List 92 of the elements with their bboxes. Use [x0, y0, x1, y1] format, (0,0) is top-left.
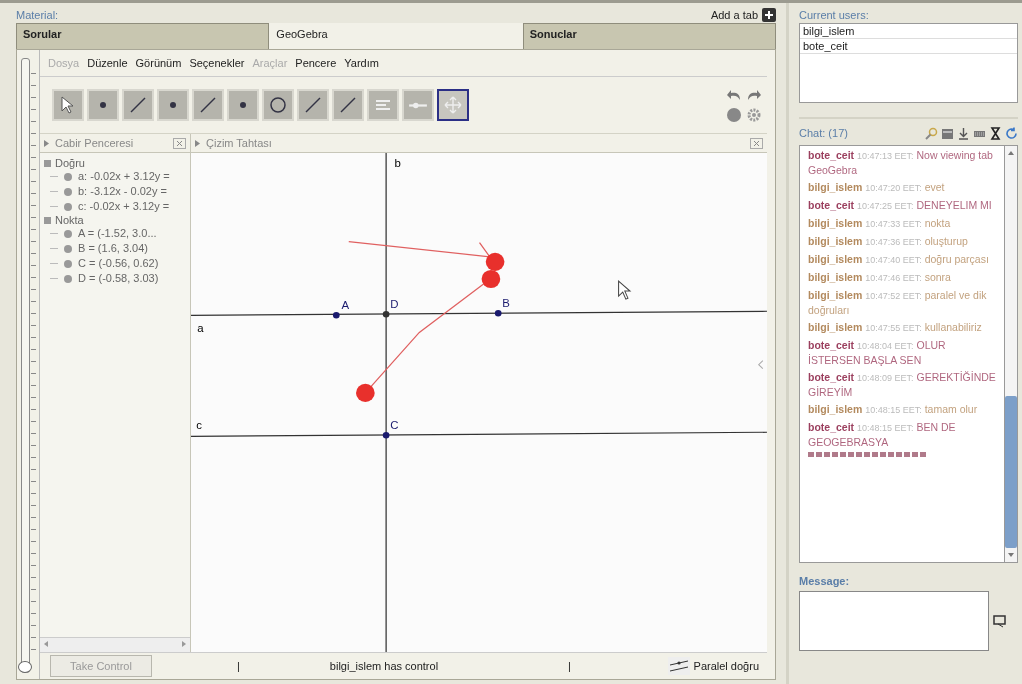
- chat-scrollbar[interactable]: [1005, 145, 1018, 563]
- pen-dot: [356, 383, 375, 402]
- point[interactable]: [382, 432, 390, 439]
- visibility-dot[interactable]: [64, 259, 72, 268]
- pen-dot: [481, 269, 501, 289]
- chat-message: bilgi_islem 10:47:33 EET: nokta: [808, 216, 952, 231]
- search-icon[interactable]: [925, 126, 938, 140]
- settings-icon[interactable]: [745, 107, 763, 123]
- chat-message: bote_ceit 10:47:13 EET: Now viewing tab GeoGebra: [808, 148, 994, 177]
- expand-triangle-icon[interactable]: [44, 139, 49, 147]
- line-label: a: [197, 322, 204, 335]
- user-item[interactable]: bote_ceit: [800, 39, 1017, 54]
- tree-group[interactable]: Doğru: [55, 157, 85, 169]
- plus-icon[interactable]: [762, 8, 776, 22]
- message-input[interactable]: [799, 591, 989, 651]
- tree-item[interactable]: c: -0.02x + 3.12y =: [78, 199, 170, 214]
- close-icon[interactable]: [750, 137, 763, 149]
- slider-icon: [408, 100, 428, 110]
- point-label: D: [390, 298, 399, 311]
- tab[interactable]: GeoGebra: [269, 23, 523, 49]
- point-label: C: [390, 419, 399, 432]
- separator-text: |: [237, 660, 240, 672]
- menu-item[interactable]: Seçenekler: [189, 57, 245, 69]
- material-label: Material:: [16, 9, 59, 21]
- close-icon[interactable]: [173, 137, 186, 149]
- tree-group[interactable]: Nokta: [55, 214, 84, 226]
- line-icon: [128, 95, 148, 115]
- point[interactable]: [382, 311, 390, 318]
- drawing-canvas[interactable]: a b c A D B C: [191, 153, 767, 652]
- download-icon[interactable]: [957, 126, 970, 140]
- pen-dot: [485, 252, 505, 271]
- chat-message: bilgi_islem 10:47:46 EET: sonra: [808, 270, 952, 285]
- visibility-dot[interactable]: [64, 274, 72, 283]
- refresh-icon[interactable]: [1005, 126, 1018, 140]
- line-label: c: [196, 419, 202, 432]
- menu-item[interactable]: Pencere: [295, 57, 337, 69]
- control-status-text: bilgi_islem has control: [329, 660, 439, 672]
- tab[interactable]: Sorular: [16, 23, 270, 49]
- help-icon[interactable]: [725, 107, 743, 123]
- chat-message: bilgi_islem 10:48:15 EET: tamam olur: [808, 402, 979, 417]
- window-icon[interactable]: [941, 126, 954, 140]
- mouse-cursor-icon: [618, 279, 632, 300]
- line-icon: [338, 95, 358, 115]
- chat-message: bilgi_islem 10:47:36 EET: oluşturup: [808, 234, 969, 249]
- cross-arrows-icon: [443, 95, 463, 115]
- tree-item[interactable]: b: -3.12x - 0.02y =: [78, 184, 167, 199]
- active-tool-name: Paralel doğru: [693, 660, 759, 672]
- parallel-line-icon: [667, 657, 690, 675]
- point[interactable]: [494, 310, 502, 317]
- tree-item[interactable]: A = (-1.52, 3.0...: [78, 226, 157, 241]
- point-label: B: [502, 297, 510, 310]
- view-title: Çizim Tahtası: [206, 137, 272, 149]
- tool-button[interactable]: [437, 89, 469, 121]
- chat-message: bilgi_islem 10:47:55 EET: kullanabiliriz: [808, 320, 983, 335]
- zoom-slider[interactable]: [18, 58, 32, 673]
- visibility-dot[interactable]: [64, 229, 72, 238]
- view-title: Cabir Penceresi: [55, 137, 134, 149]
- menu-item[interactable]: Yardım: [344, 57, 379, 69]
- tree-item[interactable]: B = (1.6, 3.04): [78, 241, 148, 256]
- chat-message: bilgi_islem 10:47:40 EET: doğru parçası: [808, 252, 990, 267]
- visibility-dot[interactable]: [64, 187, 72, 196]
- separator-text: |: [568, 660, 571, 672]
- point[interactable]: [333, 312, 340, 319]
- group-icon: [44, 159, 51, 167]
- visibility-dot[interactable]: [64, 244, 72, 253]
- visibility-dot[interactable]: [64, 202, 72, 211]
- add-tab-link[interactable]: Add a tab: [710, 9, 758, 21]
- tree-item[interactable]: D = (-0.58, 3.03): [78, 271, 159, 286]
- chat-message: bote_ceit 10:47:25 EET: DENEYELIM MI: [808, 198, 993, 213]
- message-label: Message:: [799, 575, 851, 587]
- users-label: Current users:: [799, 9, 870, 21]
- chat-message: bilgi_islem 10:47:20 EET: evet: [808, 180, 946, 195]
- chat-message: bote_ceit 10:48:15 EET: BEN DE GEOGEBRASYA: [808, 420, 957, 449]
- point-label: A: [341, 299, 350, 312]
- tree-item[interactable]: C = (-0.56, 0.62): [78, 256, 159, 271]
- user-item[interactable]: bilgi_islem: [800, 24, 1017, 39]
- horizontal-scrollbar[interactable]: [40, 637, 190, 652]
- line-label: b: [394, 157, 401, 170]
- circle-icon: [268, 95, 288, 115]
- line-icon: [198, 95, 218, 115]
- visibility-dot[interactable]: [64, 172, 72, 181]
- line-icon: [303, 95, 323, 115]
- group-icon: [44, 216, 51, 224]
- hourglass-icon[interactable]: [989, 126, 1002, 140]
- chat-message: bote_ceit 10:48:09 EET: GEREKTİĞİNDE GİREYİM: [808, 370, 996, 399]
- chat-label: Chat: (17): [799, 127, 848, 139]
- expand-triangle-icon[interactable]: [195, 139, 200, 147]
- menu-item[interactable]: Düzenle: [87, 57, 128, 69]
- menu-item[interactable]: Görünüm: [135, 57, 182, 69]
- send-icon[interactable]: [993, 614, 1007, 628]
- tree-item[interactable]: a: -0.02x + 3.12y =: [78, 169, 170, 184]
- tab[interactable]: Sonuclar: [522, 23, 776, 49]
